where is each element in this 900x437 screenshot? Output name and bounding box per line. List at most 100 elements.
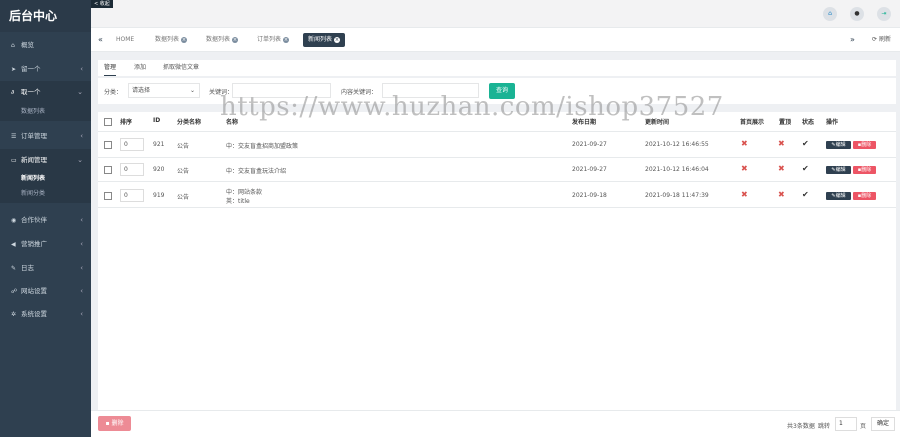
chevron-down-icon: ⌄ bbox=[189, 87, 195, 94]
cross-icon[interactable]: ✖ bbox=[778, 190, 785, 199]
delete-button[interactable]: ▪删除 bbox=[853, 192, 876, 200]
cross-icon[interactable]: ✖ bbox=[778, 164, 785, 173]
check-icon[interactable]: ✔ bbox=[802, 164, 809, 173]
row-update-time: 2021-10-12 16:46:04 bbox=[645, 166, 709, 173]
category-select[interactable]: 请选择 ⌄ bbox=[128, 83, 200, 98]
chevron-left-icon: ‹ bbox=[80, 132, 83, 140]
close-icon[interactable]: × bbox=[334, 36, 341, 43]
home-icon: ⌂ bbox=[11, 42, 15, 49]
sort-input[interactable]: 0 bbox=[120, 163, 144, 176]
row-publish-date: 2021-09-27 bbox=[572, 166, 607, 173]
header-home-display[interactable]: 首页展示 bbox=[740, 117, 764, 126]
footer-bar bbox=[91, 410, 900, 437]
check-icon[interactable]: ✔ bbox=[802, 190, 809, 199]
edit-button[interactable]: ✎编辑 bbox=[826, 192, 851, 200]
tabs-prev-icon[interactable]: « bbox=[93, 33, 108, 47]
row-checkbox[interactable] bbox=[104, 166, 112, 174]
nav-item-overview[interactable]: ⌂ 概览 bbox=[0, 34, 91, 56]
close-icon[interactable]: × bbox=[181, 36, 188, 43]
chevron-left-icon: ‹ bbox=[80, 216, 83, 224]
close-icon[interactable]: × bbox=[283, 36, 290, 43]
header-status[interactable]: 状态 bbox=[802, 117, 814, 126]
user-icon[interactable]: ● bbox=[850, 7, 864, 21]
chevron-down-icon: ⌄ bbox=[77, 88, 83, 96]
home-icon[interactable]: ⌂ bbox=[823, 7, 837, 21]
check-icon[interactable]: ✔ bbox=[802, 139, 809, 148]
row-update-time: 2021-09-18 11:47:39 bbox=[645, 192, 709, 199]
sub-item-news-list[interactable]: 新闻列表 bbox=[0, 171, 91, 186]
paperclip-icon: ∂ bbox=[11, 89, 15, 96]
nav-item-news[interactable]: ▭ 新闻管理 ⌄ bbox=[0, 149, 91, 171]
header-sort[interactable]: 排序 bbox=[120, 117, 132, 126]
tab-data-list-2[interactable]: 数据列表 × bbox=[201, 33, 243, 47]
subtab-fetch-wechat[interactable]: 抓取微信文章 bbox=[163, 60, 199, 76]
sitemap-icon: ☍ bbox=[11, 288, 18, 295]
chevron-left-icon: ‹ bbox=[80, 310, 83, 318]
divider bbox=[98, 157, 896, 158]
tab-bar: « HOME 数据列表 × 数据列表 × 订单列表 × 新闻列表 × » ⟳ 刷新 bbox=[91, 28, 900, 52]
row-publish-date: 2021-09-18 bbox=[572, 192, 607, 199]
confirm-button[interactable]: 确定 bbox=[871, 417, 895, 431]
tab-news-list[interactable]: 新闻列表 × bbox=[303, 33, 346, 47]
divider bbox=[98, 131, 896, 132]
monitor-icon: ▭ bbox=[11, 157, 17, 164]
row-category: 公告 bbox=[177, 143, 190, 150]
delete-button[interactable]: ▪删除 bbox=[853, 166, 876, 174]
close-icon[interactable]: × bbox=[232, 36, 239, 43]
row-id: 920 bbox=[153, 166, 165, 173]
gear-icon: ✲ bbox=[11, 311, 17, 318]
nav-item-logs[interactable]: ✎ 日志 ‹ bbox=[0, 257, 91, 279]
bullhorn-icon: ◀ bbox=[11, 241, 16, 248]
row-name: 中：网站条款 bbox=[226, 189, 263, 196]
top-bar: ⌂ ● ⇥ bbox=[91, 0, 900, 28]
send-icon: ➤ bbox=[11, 66, 17, 73]
row-id: 919 bbox=[153, 192, 165, 199]
bulk-delete-button[interactable]: ▪ 删除 bbox=[98, 416, 131, 431]
refresh-button[interactable]: ⟳ 刷新 bbox=[867, 33, 896, 47]
tab-home[interactable]: HOME bbox=[111, 33, 139, 47]
nav-item-marketing[interactable]: ◀ 营销推广 ‹ bbox=[0, 233, 91, 255]
nav-item-orders[interactable]: ☰ 订单管理 ‹ bbox=[0, 125, 91, 147]
chevron-down-icon: ⌄ bbox=[77, 156, 83, 164]
trash-icon: ▪ bbox=[105, 420, 110, 427]
nav-item-system-settings[interactable]: ✲ 系统设置 ‹ bbox=[0, 303, 91, 325]
watermark: https://www.huzhan.com/ishop37527 bbox=[220, 92, 724, 122]
edit-icon: ✎ bbox=[11, 265, 17, 272]
sub-item-news-category[interactable]: 新闻分类 bbox=[0, 186, 91, 203]
chevron-left-icon: ‹ bbox=[80, 65, 83, 73]
nav-item-site-settings[interactable]: ☍ 网站设置 ‹ bbox=[0, 280, 91, 302]
cross-icon[interactable]: ✖ bbox=[778, 139, 785, 148]
edit-button[interactable]: ✎编辑 bbox=[826, 141, 851, 149]
tab-data-list-1[interactable]: 数据列表 × bbox=[150, 33, 192, 47]
header-top[interactable]: 置顶 bbox=[779, 117, 791, 126]
header-id[interactable]: ID bbox=[153, 117, 160, 124]
cross-icon[interactable]: ✖ bbox=[741, 164, 748, 173]
nav-item-liu[interactable]: ➤ 留一个 ‹ bbox=[0, 58, 91, 80]
row-checkbox[interactable] bbox=[104, 141, 112, 149]
page-input[interactable]: 1 bbox=[835, 417, 857, 431]
header-category[interactable]: 分类名称 bbox=[177, 117, 201, 126]
edit-button[interactable]: ✎编辑 bbox=[826, 166, 851, 174]
divider bbox=[98, 181, 896, 182]
subtab-manage[interactable]: 管理 bbox=[104, 60, 117, 76]
delete-button[interactable]: ▪删除 bbox=[853, 141, 876, 149]
eye-icon: ◉ bbox=[11, 217, 17, 224]
nav-item-partners[interactable]: ◉ 合作伙伴 ‹ bbox=[0, 209, 91, 231]
sub-item-data-list[interactable]: 数据列表 bbox=[0, 103, 91, 121]
subtab-add[interactable]: 添加 bbox=[134, 60, 146, 76]
refresh-icon: ⟳ bbox=[872, 36, 878, 43]
page-unit: 页 bbox=[860, 423, 867, 430]
select-all-checkbox[interactable] bbox=[104, 118, 112, 126]
sort-input[interactable]: 0 bbox=[120, 138, 144, 151]
cross-icon[interactable]: ✖ bbox=[741, 139, 748, 148]
collapse-sidebar-button[interactable]: < 收起 bbox=[91, 0, 113, 8]
row-category: 公告 bbox=[177, 168, 190, 175]
cross-icon[interactable]: ✖ bbox=[741, 190, 748, 199]
tabs-next-icon[interactable]: » bbox=[845, 33, 860, 47]
sub-tabs: 管理 添加 抓取微信文章 bbox=[98, 60, 896, 76]
sort-input[interactable]: 0 bbox=[120, 189, 144, 202]
logout-icon[interactable]: ⇥ bbox=[877, 7, 891, 21]
nav-item-qu[interactable]: ∂ 取一个 ⌄ bbox=[0, 81, 91, 103]
row-checkbox[interactable] bbox=[104, 192, 112, 200]
tab-order-list[interactable]: 订单列表 × bbox=[252, 33, 294, 47]
